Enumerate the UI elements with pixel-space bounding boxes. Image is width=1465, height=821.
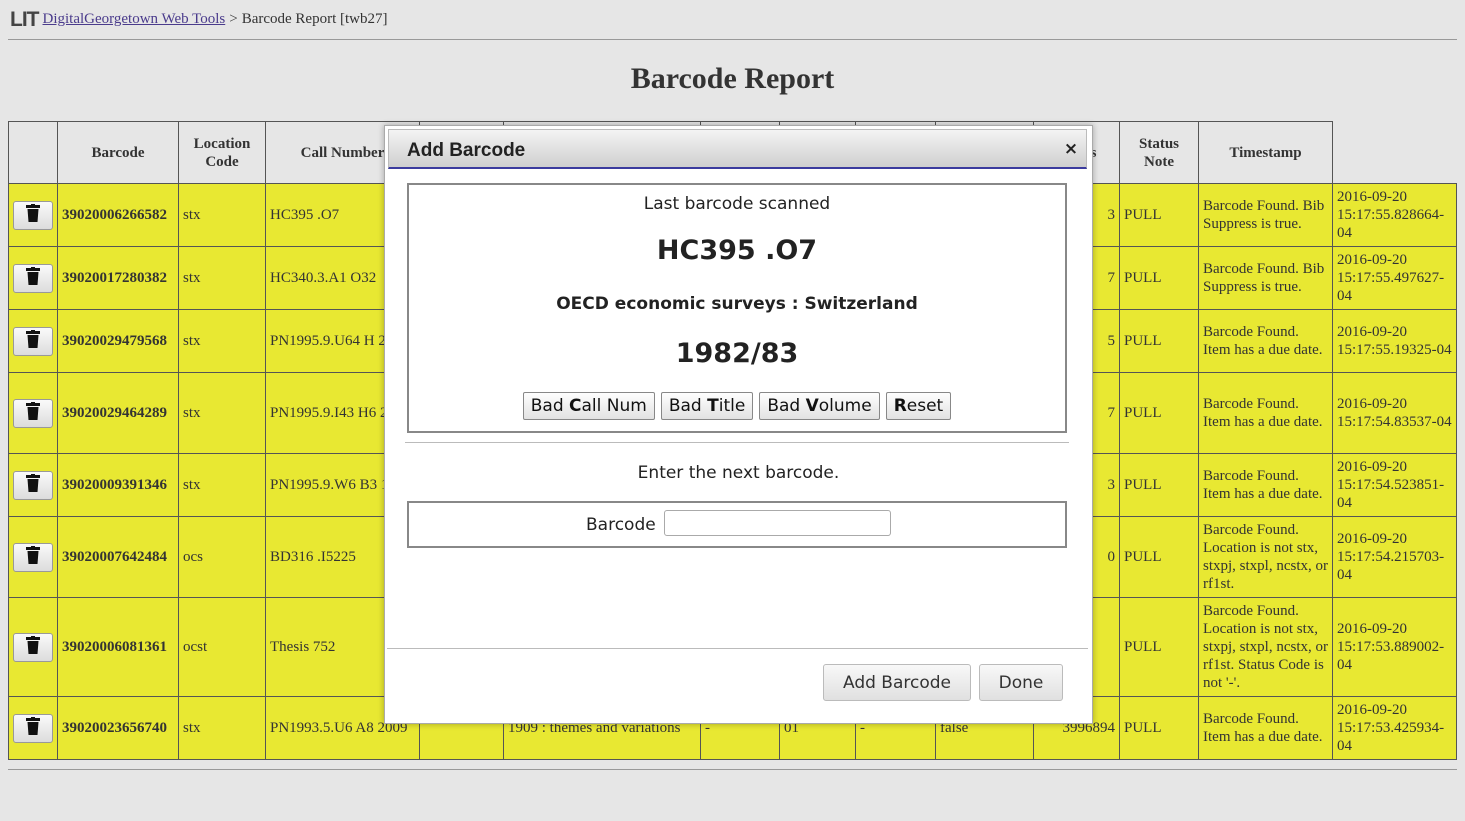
- bad-call-num-button[interactable]: Bad Call Num: [522, 392, 655, 420]
- cell-status-note: Barcode Found. Location is not stx, stxp…: [1198, 516, 1333, 598]
- cell-location-code: ocs: [178, 516, 266, 598]
- cell-location-code: stx: [178, 309, 266, 373]
- delete-button[interactable]: [13, 713, 53, 743]
- cell-location-code: stx: [178, 183, 266, 247]
- trash-icon: [26, 473, 40, 497]
- cell-status: PULL: [1119, 372, 1199, 454]
- barcode-field-label: Barcode: [586, 515, 656, 535]
- flag-button-row: Bad Call Num Bad Title Bad Volume Reset: [409, 392, 1065, 420]
- home-link[interactable]: DigitalGeorgetown Web Tools: [43, 11, 226, 28]
- cell-timestamp: 2016-09-20 15:17:53.889002-04: [1332, 597, 1457, 697]
- last-scanned-panel: Last barcode scanned HC395 .O7 OECD econ…: [407, 183, 1067, 433]
- dialog-titlebar[interactable]: Add Barcode ×: [388, 129, 1087, 169]
- cell-barcode: 39020007642484: [57, 516, 179, 598]
- cell-barcode: 39020009391346: [57, 453, 179, 517]
- row-action-cell: [8, 516, 58, 598]
- col-header-timestamp[interactable]: Timestamp: [1198, 121, 1333, 184]
- row-action-cell: [8, 696, 58, 760]
- cell-barcode: 39020006266582: [57, 183, 179, 247]
- reset-button[interactable]: Reset: [885, 392, 952, 420]
- cell-status: PULL: [1119, 453, 1199, 517]
- breadcrumb-current: Barcode Report [twb27]: [241, 10, 388, 27]
- cell-timestamp: 2016-09-20 15:17:54.523851-04: [1332, 453, 1457, 517]
- row-action-cell: [8, 597, 58, 697]
- barcode-entry-panel: Barcode: [407, 501, 1067, 548]
- delete-button[interactable]: [13, 632, 53, 662]
- top-breadcrumb-bar: LIT DigitalGeorgetown Web Tools > Barcod…: [10, 6, 388, 32]
- top-divider: [8, 39, 1457, 40]
- trash-icon: [26, 401, 40, 425]
- cell-status: PULL: [1119, 516, 1199, 598]
- scanned-volume: 1982/83: [675, 338, 799, 369]
- cell-status-note: Barcode Found. Location is not stx, stxp…: [1198, 597, 1333, 697]
- add-barcode-button[interactable]: Add Barcode: [823, 664, 971, 701]
- trash-icon: [26, 716, 40, 740]
- cell-status-note: Barcode Found. Item has a due date.: [1198, 372, 1333, 454]
- col-header-location-code[interactable]: Location Code: [178, 121, 266, 184]
- cell-location-code: stx: [178, 246, 266, 310]
- delete-button[interactable]: [13, 200, 53, 230]
- cell-location-code: stx: [178, 372, 266, 454]
- cell-status: PULL: [1119, 183, 1199, 247]
- cell-status: PULL: [1119, 309, 1199, 373]
- bottom-divider: [8, 769, 1457, 770]
- trash-icon: [26, 203, 40, 227]
- cell-barcode: 39020023656740: [57, 696, 179, 760]
- done-button[interactable]: Done: [979, 664, 1063, 701]
- delete-button[interactable]: [13, 326, 53, 356]
- cell-location-code: ocst: [178, 597, 266, 697]
- delete-button[interactable]: [13, 470, 53, 500]
- cell-location-code: stx: [178, 696, 266, 760]
- row-action-cell: [8, 246, 58, 310]
- last-scanned-label: Last barcode scanned: [643, 194, 831, 214]
- row-action-cell: [8, 183, 58, 247]
- trash-icon: [26, 545, 40, 569]
- col-header-actions: [8, 121, 58, 184]
- cell-barcode: 39020017280382: [57, 246, 179, 310]
- cell-location-code: stx: [178, 453, 266, 517]
- col-header-barcode[interactable]: Barcode: [57, 121, 179, 184]
- section-divider: [405, 442, 1069, 443]
- cell-timestamp: 2016-09-20 15:17:54.83537-04: [1332, 372, 1457, 454]
- trash-icon: [26, 635, 40, 659]
- footer-divider: [387, 648, 1088, 649]
- cell-timestamp: 2016-09-20 15:17:53.425934-04: [1332, 696, 1457, 760]
- cell-barcode: 39020006081361: [57, 597, 179, 697]
- cell-barcode: 39020029464289: [57, 372, 179, 454]
- bad-title-button[interactable]: Bad Title: [660, 392, 754, 420]
- cell-status-note: Barcode Found. Item has a due date.: [1198, 696, 1333, 760]
- trash-icon: [26, 266, 40, 290]
- cell-timestamp: 2016-09-20 15:17:55.19325-04: [1332, 309, 1457, 373]
- cell-status: PULL: [1119, 597, 1199, 697]
- row-action-cell: [8, 372, 58, 454]
- delete-button[interactable]: [13, 542, 53, 572]
- add-barcode-dialog: Add Barcode × Last barcode scanned HC395…: [384, 125, 1093, 724]
- cell-status-note: Barcode Found. Item has a due date.: [1198, 309, 1333, 373]
- delete-button[interactable]: [13, 263, 53, 293]
- cell-status-note: Barcode Found. Item has a due date.: [1198, 453, 1333, 517]
- cell-barcode: 39020029479568: [57, 309, 179, 373]
- scanned-call-number: HC395 .O7: [656, 235, 818, 266]
- cell-status-note: Barcode Found. Bib Suppress is true.: [1198, 183, 1333, 247]
- breadcrumb-separator: >: [229, 10, 238, 27]
- lit-logo: LIT: [10, 7, 39, 31]
- cell-timestamp: 2016-09-20 15:17:55.828664-04: [1332, 183, 1457, 247]
- dialog-title: Add Barcode: [407, 140, 526, 161]
- row-action-cell: [8, 309, 58, 373]
- cell-timestamp: 2016-09-20 15:17:54.215703-04: [1332, 516, 1457, 598]
- cell-timestamp: 2016-09-20 15:17:55.497627-04: [1332, 246, 1457, 310]
- cell-status: PULL: [1119, 696, 1199, 760]
- trash-icon: [26, 329, 40, 353]
- next-barcode-prompt: Enter the next barcode.: [637, 463, 840, 483]
- col-header-status-note[interactable]: Status Note: [1119, 121, 1199, 184]
- row-action-cell: [8, 453, 58, 517]
- cell-status: PULL: [1119, 246, 1199, 310]
- page-title: Barcode Report: [630, 62, 835, 95]
- close-icon[interactable]: ×: [1062, 140, 1080, 158]
- bad-volume-button[interactable]: Bad Volume: [759, 392, 880, 420]
- barcode-input[interactable]: [664, 510, 891, 536]
- delete-button[interactable]: [13, 398, 53, 428]
- cell-status-note: Barcode Found. Bib Suppress is true.: [1198, 246, 1333, 310]
- scanned-item-title: OECD economic surveys : Switzerland: [556, 294, 918, 314]
